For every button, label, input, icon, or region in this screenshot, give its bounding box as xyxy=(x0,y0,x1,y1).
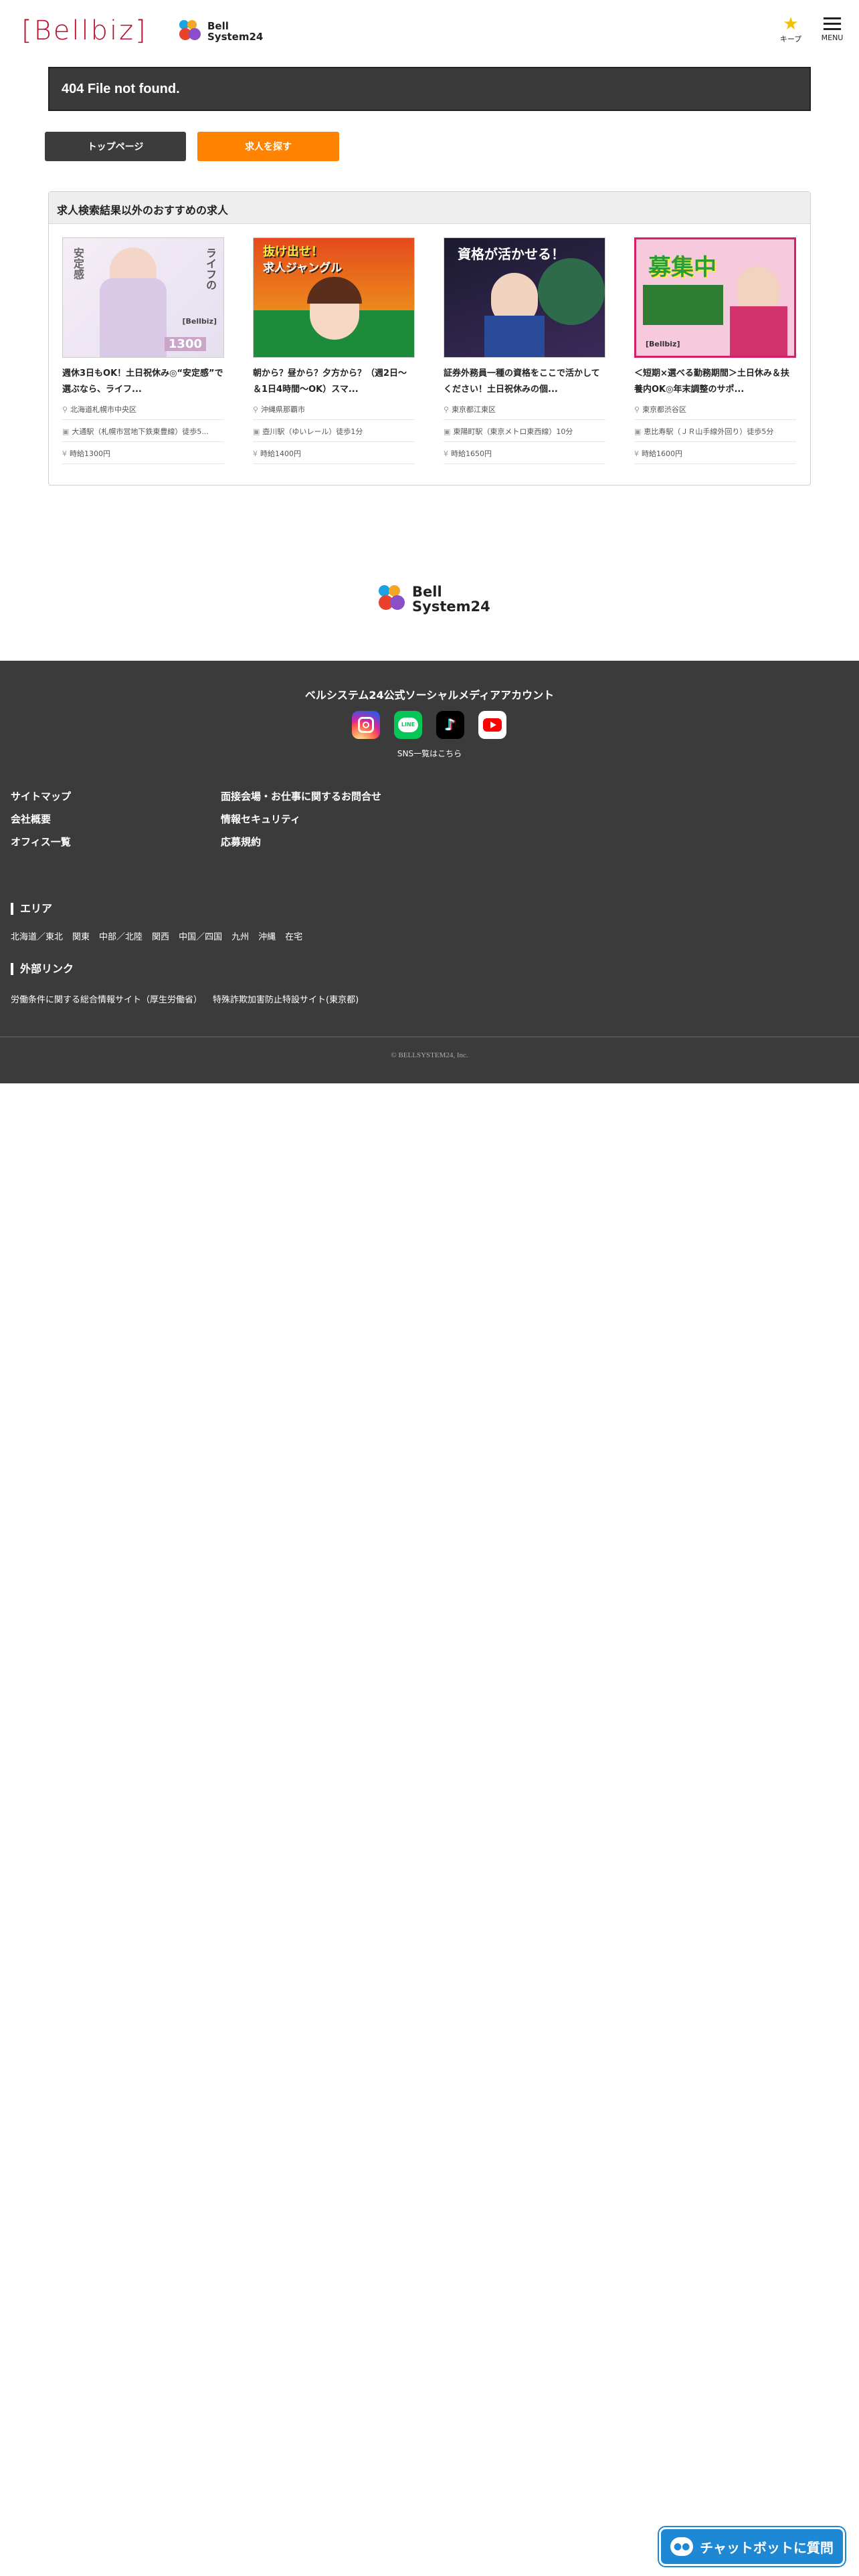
keep-label: キープ xyxy=(779,35,802,43)
train-icon: ▣ xyxy=(62,427,70,436)
line-icon[interactable]: LINE xyxy=(394,711,422,739)
instagram-icon[interactable] xyxy=(352,711,380,739)
tiktok-icon[interactable]: ♪ xyxy=(436,711,464,739)
chatbot-label: チャットボットに質問 xyxy=(700,2539,834,2556)
yen-icon: ¥ xyxy=(253,449,258,458)
job-card-image-label: [Bellbiz] xyxy=(182,317,217,326)
external-link[interactable]: 特殊詐欺加害防止特設サイト(東京都) xyxy=(213,992,359,1005)
footer-link-security[interactable]: 情報セキュリティ xyxy=(221,812,300,826)
menu-button[interactable]: MENU xyxy=(818,15,847,47)
external-links-title: 外部リンク xyxy=(11,963,74,975)
area-link[interactable]: 沖縄 xyxy=(258,930,276,942)
job-card-title[interactable]: 週休3日もOK！土日祝休み◎“安定感”で選ぶなら、ライフ... xyxy=(62,366,224,398)
job-card-station: ▣ 大通駅（札幌市営地下鉄東豊線）徒歩5... xyxy=(62,425,224,442)
footer-bellsystem24-logo[interactable]: Bell System24 xyxy=(379,584,490,614)
area-link[interactable]: 関西 xyxy=(152,930,169,942)
pin-icon: ⚲ xyxy=(253,405,259,414)
area-section-title: エリア xyxy=(11,903,52,915)
job-card-station: ▣ 恵比寿駅（ＪＲ山手線外回り）徒歩5分 xyxy=(634,425,796,442)
job-card-image-pay: 1300 xyxy=(164,337,206,351)
job-card-location: ⚲ 東京都渋谷区 xyxy=(634,403,796,420)
yen-icon: ¥ xyxy=(444,449,448,458)
area-link[interactable]: 中部／北陸 xyxy=(99,930,142,942)
recommended-jobs-panel: 求人検索結果以外のおすすめの求人 ライフの 安定感 [Bellbiz] 1300… xyxy=(48,191,811,486)
area-link[interactable]: 在宅 xyxy=(285,930,302,942)
recommended-heading: 求人検索結果以外のおすすめの求人 xyxy=(49,192,810,224)
job-card-pay: ¥ 時給1300円 xyxy=(62,447,224,464)
pin-icon: ⚲ xyxy=(444,405,450,414)
job-card-image[interactable]: 募集中 [Bellbiz] xyxy=(634,237,796,358)
job-card-image-text: 安定感 xyxy=(72,247,84,280)
star-icon: ★ xyxy=(783,14,799,34)
job-card-image[interactable]: 資格が活かせる！ xyxy=(444,237,605,358)
area-link[interactable]: 九州 xyxy=(231,930,249,942)
job-card-station: ▣ 壺川駅（ゆいレール）徒歩1分 xyxy=(253,425,415,442)
chat-bubble-icon: ●● xyxy=(670,2537,694,2556)
job-card-image-text: 抜け出せ！ xyxy=(263,245,323,259)
train-icon: ▣ xyxy=(253,427,260,436)
job-card-title[interactable]: ＜短期×選べる勤務期間＞土日休み＆扶養内OK◎年末調整のサポ... xyxy=(634,366,796,398)
area-link[interactable]: 中国／四国 xyxy=(179,930,222,942)
footer-brand-line1: Bell xyxy=(412,584,442,600)
brand-line2: System24 xyxy=(207,31,264,43)
site-footer: ベルシステム24公式ソーシャルメディアアカウント LINE ♪ SNS一覧はこち… xyxy=(0,661,859,1083)
brand-line1: Bell xyxy=(207,20,229,32)
chatbot-button[interactable]: ●● チャットボットに質問 xyxy=(659,2527,845,2566)
job-card[interactable]: 募集中 [Bellbiz] ＜短期×選べる勤務期間＞土日休み＆扶養内OK◎年末調… xyxy=(634,237,796,464)
search-jobs-button[interactable]: 求人を探す xyxy=(197,132,339,161)
job-card-title[interactable]: 朝から？昼から？夕方から？（週2日～＆1日4時間～OK）スマ... xyxy=(253,366,415,398)
job-card[interactable]: ライフの 安定感 [Bellbiz] 1300 週休3日もOK！土日祝休み◎“安… xyxy=(62,237,224,464)
bellsystem24-mark-icon xyxy=(179,20,203,43)
area-link[interactable]: 関東 xyxy=(72,930,90,942)
external-link-list: 労働条件に関する総合情報サイト（厚生労働省） 特殊詐欺加害防止特設サイト(東京都… xyxy=(11,992,359,1005)
sns-icon-list: LINE ♪ xyxy=(352,711,506,739)
keep-button[interactable]: ★ キープ xyxy=(776,15,805,47)
yen-icon: ¥ xyxy=(62,449,67,458)
area-link-list: 北海道／東北 関東 中部／北陸 関西 中国／四国 九州 沖縄 在宅 xyxy=(11,930,302,942)
menu-label: MENU xyxy=(821,33,844,42)
job-card-pay: ¥ 時給1650円 xyxy=(444,447,605,464)
job-card-image-label: [Bellbiz] xyxy=(646,340,680,348)
job-card[interactable]: 抜け出せ！ 求人ジャングル 朝から？昼から？夕方から？（週2日～＆1日4時間～O… xyxy=(253,237,415,464)
yen-icon: ¥ xyxy=(634,449,639,458)
job-card-image-text: 募集中 xyxy=(648,254,717,281)
sns-title: ベルシステム24公式ソーシャルメディアアカウント xyxy=(304,689,555,702)
job-card-location: ⚲ 東京都江東区 xyxy=(444,403,605,420)
job-card-title[interactable]: 証券外務員一種の資格をここで活かしてください！土日祝休みの個... xyxy=(444,366,605,398)
error-message: 404 File not found. xyxy=(48,67,811,111)
job-card-image[interactable]: ライフの 安定感 [Bellbiz] 1300 xyxy=(62,237,224,358)
footer-brand-line2: System24 xyxy=(412,599,490,615)
job-card-image-text: 求人ジャングル xyxy=(263,261,343,275)
pin-icon: ⚲ xyxy=(62,405,68,414)
footer-link-contact[interactable]: 面接会場・お仕事に関するお問合せ xyxy=(221,789,381,803)
footer-link-sitemap[interactable]: サイトマップ xyxy=(11,789,71,803)
footer-link-terms[interactable]: 応募規約 xyxy=(221,835,261,849)
hamburger-icon xyxy=(824,17,841,30)
youtube-icon[interactable] xyxy=(478,711,506,739)
top-page-button[interactable]: トップページ xyxy=(45,132,186,161)
job-card-location: ⚲ 北海道札幌市中央区 xyxy=(62,403,224,420)
site-header: [Bellbiz] Bell System24 ★ キープ MENU xyxy=(0,0,859,62)
pin-icon: ⚲ xyxy=(634,405,640,414)
job-card-location: ⚲ 沖縄県那覇市 xyxy=(253,403,415,420)
job-card-pay: ¥ 時給1400円 xyxy=(253,447,415,464)
job-card-image-text: 資格が活かせる！ xyxy=(458,246,565,262)
external-link[interactable]: 労働条件に関する総合情報サイト（厚生労働省） xyxy=(11,992,202,1005)
sns-list-link[interactable]: SNS一覧はこちら xyxy=(0,748,859,759)
footer-link-company[interactable]: 会社概要 xyxy=(11,812,51,826)
job-card-image-text: ライフの xyxy=(204,247,217,290)
bellsystem24-mark-icon xyxy=(379,585,408,613)
copyright: © BELLSYSTEM24, Inc. xyxy=(391,1051,468,1059)
area-link[interactable]: 北海道／東北 xyxy=(11,930,63,942)
bellsystem24-logo[interactable]: Bell System24 xyxy=(179,20,263,43)
job-card-image[interactable]: 抜け出せ！ 求人ジャングル xyxy=(253,237,415,358)
bellbiz-logo[interactable]: [Bellbiz] xyxy=(21,15,148,47)
train-icon: ▣ xyxy=(634,427,642,436)
job-card-station: ▣ 東陽町駅（東京メトロ東西線）10分 xyxy=(444,425,605,442)
job-card[interactable]: 資格が活かせる！ 証券外務員一種の資格をここで活かしてください！土日祝休みの個.… xyxy=(444,237,605,464)
train-icon: ▣ xyxy=(444,427,451,436)
job-card-pay: ¥ 時給1600円 xyxy=(634,447,796,464)
footer-link-offices[interactable]: オフィス一覧 xyxy=(11,835,71,849)
